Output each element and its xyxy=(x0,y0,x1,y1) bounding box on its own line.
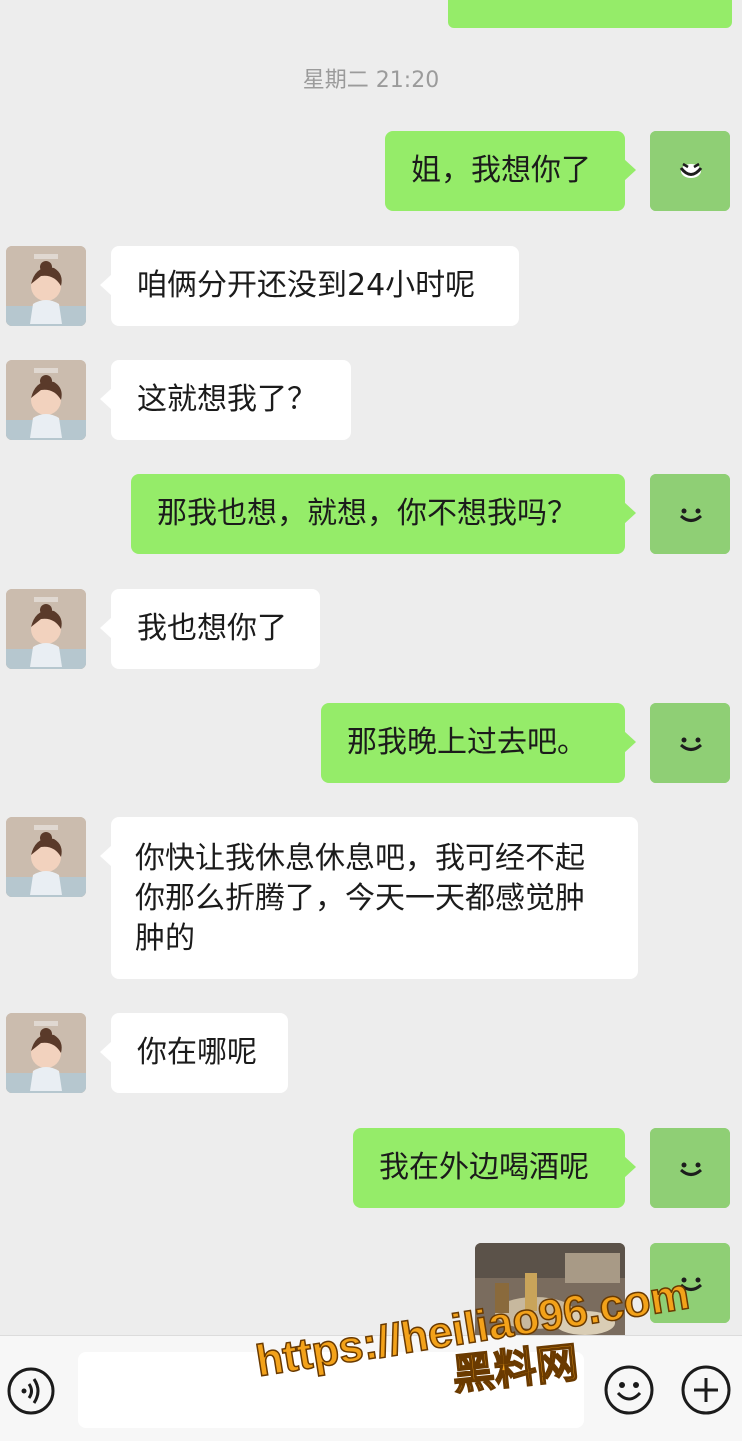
cartoon-girl-avatar-icon xyxy=(6,360,86,440)
my-avatar[interactable] xyxy=(650,474,730,554)
message-bubble-incoming[interactable]: 这就想我了？ xyxy=(100,360,351,440)
cartoon-girl-avatar-icon xyxy=(6,246,86,326)
message-bubble-incoming[interactable]: 我也想你了 xyxy=(100,589,320,669)
message-bubble-outgoing[interactable]: 我在外边喝酒呢 xyxy=(353,1128,636,1208)
message-bubble-outgoing[interactable]: 那我也想，就想，你不想我吗？ xyxy=(131,474,636,554)
contact-avatar[interactable] xyxy=(6,589,86,669)
previous-message-bubble[interactable] xyxy=(448,0,732,28)
photo-thumbnail-icon xyxy=(475,1243,625,1335)
contact-avatar[interactable] xyxy=(6,246,86,326)
my-avatar[interactable] xyxy=(650,1128,730,1208)
contact-avatar[interactable] xyxy=(6,1013,86,1093)
smile-avatar-icon xyxy=(650,1128,730,1208)
emoji-avatar-icon xyxy=(650,131,730,211)
my-avatar[interactable] xyxy=(650,703,730,783)
contact-avatar[interactable] xyxy=(6,360,86,440)
message-bubble-outgoing[interactable]: 那我晚上过去吧。 xyxy=(321,703,636,783)
voice-icon[interactable] xyxy=(6,1366,56,1416)
plus-icon[interactable] xyxy=(680,1364,732,1416)
emoji-icon[interactable] xyxy=(603,1364,655,1416)
cartoon-girl-avatar-icon xyxy=(6,589,86,669)
chat-area[interactable]: 星期二 21:20 姐，我想你了 咱俩分开还没到24小时呢 这就想我了？ 那我也… xyxy=(0,0,742,1335)
cartoon-girl-avatar-icon xyxy=(6,817,86,897)
chat-input-bar xyxy=(0,1335,742,1441)
smile-avatar-icon xyxy=(650,474,730,554)
message-bubble-outgoing[interactable]: 姐，我想你了 xyxy=(385,131,636,211)
smile-avatar-icon xyxy=(650,703,730,783)
photo-message[interactable] xyxy=(475,1243,625,1335)
message-input[interactable] xyxy=(78,1352,584,1428)
message-bubble-incoming[interactable]: 你快让我休息休息吧，我可经不起你那么折腾了，今天一天都感觉肿肿的 xyxy=(100,817,638,979)
chat-timestamp: 星期二 21:20 xyxy=(302,68,440,93)
my-avatar[interactable] xyxy=(650,1243,730,1323)
smile-avatar-icon xyxy=(650,1243,730,1323)
cartoon-girl-avatar-icon xyxy=(6,1013,86,1093)
message-bubble-incoming[interactable]: 你在哪呢 xyxy=(100,1013,288,1093)
my-avatar[interactable] xyxy=(650,131,730,211)
message-bubble-incoming[interactable]: 咱俩分开还没到24小时呢 xyxy=(100,246,519,326)
contact-avatar[interactable] xyxy=(6,817,86,897)
